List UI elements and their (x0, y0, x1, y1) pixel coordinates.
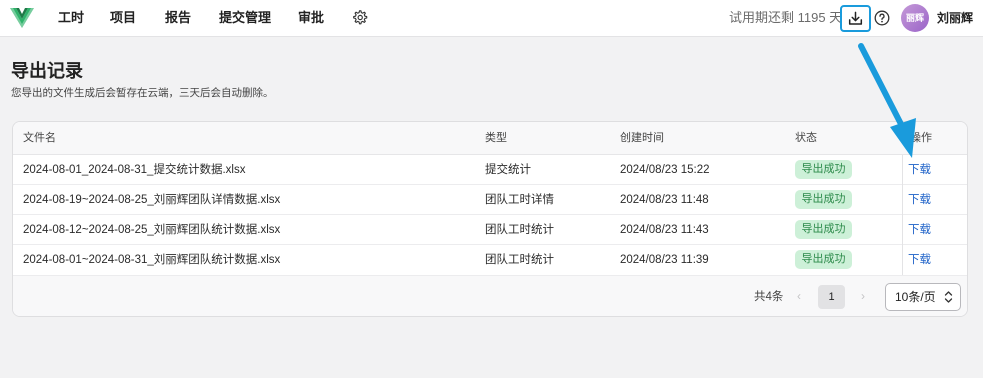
nav-item-submission-management[interactable]: 提交管理 (219, 10, 271, 26)
nav-item-hours[interactable]: 工时 (58, 10, 84, 26)
pagination-prev-button[interactable]: ‹ (797, 289, 801, 303)
download-link[interactable]: 下载 (908, 253, 931, 267)
nav-item-approval[interactable]: 审批 (298, 10, 324, 26)
pagination-next-button[interactable]: › (861, 289, 865, 303)
file-type: 团队工时统计 (485, 254, 554, 266)
download-icon (848, 11, 863, 25)
table-row: 2024-08-12~2024-08-25_刘丽辉团队统计数据.xlsx 团队工… (13, 215, 967, 245)
status-badge: 导出成功 (795, 220, 852, 239)
file-name: 2024-08-19~2024-08-25_刘丽辉团队详情数据.xlsx (23, 194, 281, 206)
table-row: 2024-08-19~2024-08-25_刘丽辉团队详情数据.xlsx 团队工… (13, 185, 967, 215)
column-header-filename: 文件名 (23, 132, 56, 144)
status-badge: 导出成功 (795, 250, 852, 269)
file-type: 提交统计 (485, 164, 531, 176)
top-nav-bar: 工时 项目 报告 提交管理 审批 试用期还剩 1195 天 丽辉 刘丽辉 (0, 0, 983, 37)
page-size-value: 10条/页 (895, 290, 936, 304)
download-link[interactable]: 下载 (908, 163, 931, 177)
created-time: 2024/08/23 11:39 (620, 254, 709, 266)
username[interactable]: 刘丽辉 (937, 10, 973, 26)
column-header-type: 类型 (485, 132, 507, 144)
column-header-created-time: 创建时间 (620, 132, 664, 144)
file-type: 团队工时详情 (485, 194, 554, 206)
help-icon[interactable] (874, 10, 890, 26)
status-badge: 导出成功 (795, 160, 852, 179)
trial-remaining-text: 试用期还剩 1195 天 (729, 10, 843, 25)
column-header-status: 状态 (795, 132, 817, 144)
column-header-actions: 操作 (910, 132, 932, 144)
table-row: 2024-08-01_2024-08-31_提交统计数据.xlsx 提交统计 2… (13, 155, 967, 185)
logo-icon[interactable] (9, 6, 35, 30)
file-name: 2024-08-01~2024-08-31_刘丽辉团队统计数据.xlsx (23, 254, 281, 266)
nav-item-reports[interactable]: 报告 (165, 10, 191, 26)
created-time: 2024/08/23 15:22 (620, 164, 710, 176)
avatar[interactable]: 丽辉 (901, 4, 929, 32)
created-time: 2024/08/23 11:48 (620, 194, 709, 206)
file-name: 2024-08-01_2024-08-31_提交统计数据.xlsx (23, 164, 246, 176)
download-center-button[interactable] (840, 5, 871, 32)
chevron-updown-icon (944, 291, 953, 303)
actions-column-divider (902, 155, 903, 275)
table-row: 2024-08-01~2024-08-31_刘丽辉团队统计数据.xlsx 团队工… (13, 245, 967, 275)
page-subtitle: 您导出的文件生成后会暂存在云端，三天后会自动删除。 (11, 87, 274, 99)
status-badge: 导出成功 (795, 190, 852, 209)
created-time: 2024/08/23 11:43 (620, 224, 709, 236)
file-name: 2024-08-12~2024-08-25_刘丽辉团队统计数据.xlsx (23, 224, 281, 236)
pagination-total: 共4条 (754, 291, 784, 303)
pagination-page-button[interactable]: 1 (818, 285, 845, 309)
file-type: 团队工时统计 (485, 224, 554, 236)
table-header: 文件名 类型 创建时间 状态 操作 (13, 122, 967, 155)
download-link[interactable]: 下载 (908, 223, 931, 237)
download-link[interactable]: 下载 (908, 193, 931, 207)
pagination: 共4条 ‹ 1 › 10条/页 (13, 275, 967, 316)
gear-icon[interactable] (351, 9, 368, 26)
page-title: 导出记录 (11, 61, 83, 81)
nav-item-projects[interactable]: 项目 (110, 10, 136, 26)
export-records-table: 文件名 类型 创建时间 状态 操作 2024-08-01_2024-08-31_… (12, 121, 968, 317)
page-size-select[interactable]: 10条/页 (885, 283, 961, 311)
